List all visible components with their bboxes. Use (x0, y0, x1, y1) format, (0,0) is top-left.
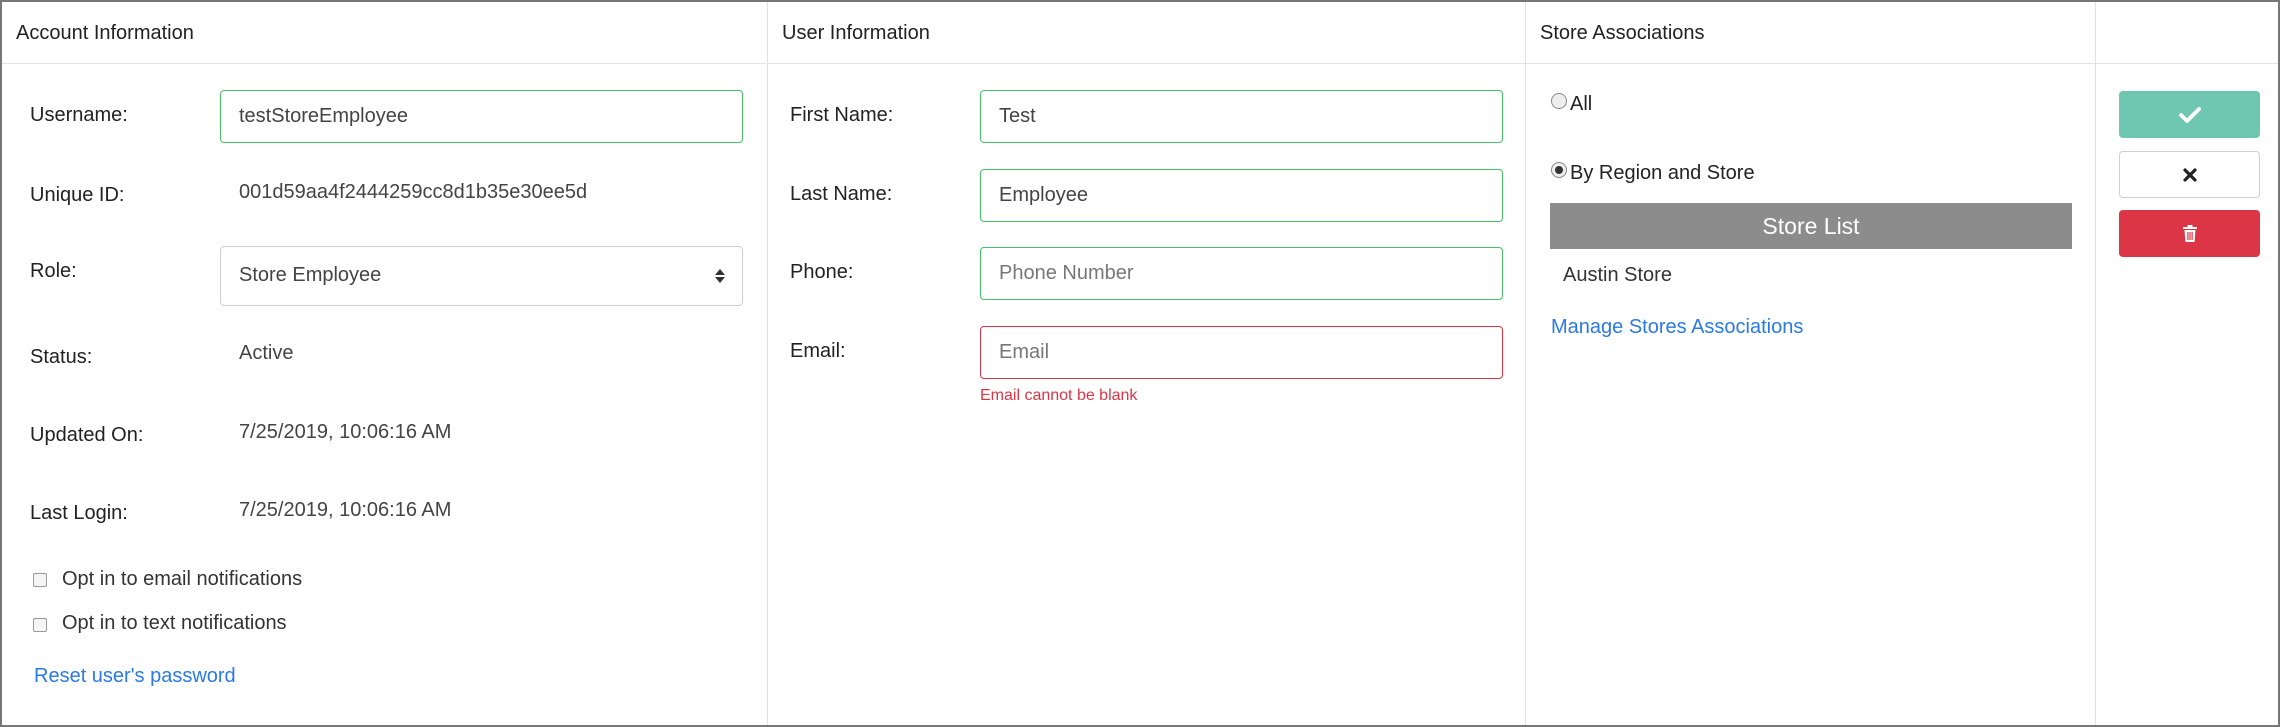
updated-on-label: Updated On: (30, 424, 144, 446)
last-login-label: Last Login: (30, 502, 128, 524)
role-label: Role: (30, 260, 77, 282)
username-input[interactable] (220, 90, 743, 143)
actions-section (2095, 2, 2278, 725)
unique-id-label: Unique ID: (30, 184, 125, 206)
reset-password-link[interactable]: Reset user's password (34, 665, 236, 688)
unique-id-value: 001d59aa4f2444259cc8d1b35e30ee5d (239, 181, 588, 203)
email-input[interactable] (980, 326, 1503, 379)
store-list-header: Store List (1550, 203, 2072, 249)
email-label: Email: (790, 340, 846, 362)
delete-button[interactable] (2119, 210, 2260, 257)
manage-stores-link[interactable]: Manage Stores Associations (1551, 316, 1803, 339)
store-list-item[interactable]: Austin Store (1563, 264, 1672, 287)
store-associations-section: Store Associations All By Region and Sto… (1525, 2, 2095, 725)
first-name-label: First Name: (790, 104, 894, 126)
radio-all-label: All (1570, 93, 1593, 115)
phone-label: Phone: (790, 261, 854, 283)
radio-all[interactable] (1551, 93, 1567, 109)
first-name-input[interactable] (980, 90, 1503, 143)
cancel-button[interactable] (2119, 151, 2260, 198)
text-notifications-label: Opt in to text notifications (62, 612, 287, 634)
radio-by-region-and-store[interactable] (1551, 162, 1567, 178)
last-name-label: Last Name: (790, 183, 893, 205)
user-information-section: User Information First Name: Last Name: … (767, 2, 1526, 725)
email-error-message: Email cannot be blank (980, 387, 1138, 404)
email-notifications-label: Opt in to email notifications (62, 568, 303, 590)
user-information-heading: User Information (768, 2, 1526, 64)
check-icon (2178, 106, 2201, 123)
text-notifications-checkbox[interactable] (33, 618, 47, 632)
email-notifications-checkbox[interactable] (33, 573, 47, 587)
role-select[interactable]: Store Employee (220, 246, 743, 306)
sort-arrows-icon (715, 269, 725, 283)
store-associations-heading: Store Associations (1526, 2, 2095, 64)
trash-icon (2182, 224, 2197, 242)
save-button[interactable] (2119, 91, 2260, 138)
phone-input[interactable] (980, 247, 1503, 300)
last-login-value: 7/25/2019, 10:06:16 AM (239, 499, 452, 521)
status-value: Active (239, 342, 294, 364)
username-label: Username: (30, 104, 128, 126)
user-edit-panel: Account Information Username: Unique ID:… (0, 0, 2280, 727)
account-information-heading: Account Information (2, 2, 766, 64)
last-name-input[interactable] (980, 169, 1503, 222)
role-select-value: Store Employee (239, 264, 382, 286)
close-icon (2182, 167, 2197, 182)
updated-on-value: 7/25/2019, 10:06:16 AM (239, 421, 452, 443)
status-label: Status: (30, 346, 93, 368)
actions-heading (2096, 2, 2278, 64)
radio-by-region-label: By Region and Store (1570, 162, 1755, 184)
account-information-section: Account Information Username: Unique ID:… (2, 2, 766, 725)
